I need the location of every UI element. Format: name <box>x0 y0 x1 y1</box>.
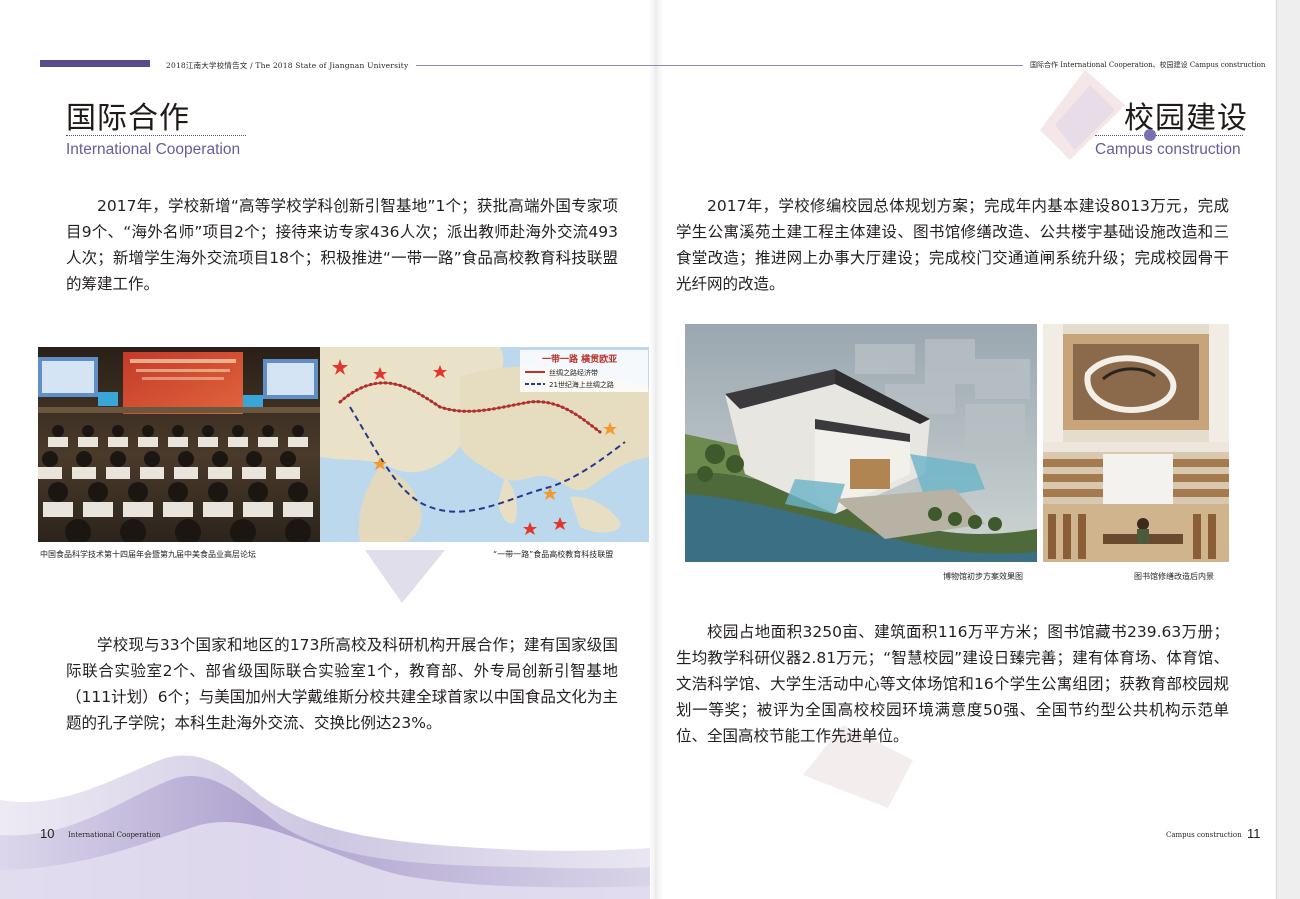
conference-photo <box>38 347 320 542</box>
title-dot <box>1144 129 1156 141</box>
section-subtitle-campus: Campus construction <box>1095 141 1241 158</box>
page-number-right: 11 <box>1247 826 1261 841</box>
page-gutter <box>649 0 663 899</box>
title-divider-right <box>1095 135 1243 136</box>
header-rule <box>416 65 1023 66</box>
footer-left: International Cooperation <box>68 831 161 839</box>
title-divider <box>66 135 246 136</box>
map-legend-title: 一带一路 横贯欧亚 <box>542 353 617 365</box>
library-interior-photo <box>1043 324 1229 562</box>
triangle-decoration <box>365 550 445 603</box>
wave-decoration <box>0 755 650 899</box>
footer-right: Campus construction <box>1166 831 1242 839</box>
page-number-left: 10 <box>40 826 55 841</box>
header-bar <box>40 60 150 67</box>
caption-belt-road: “一带一路”食品高校教育科技联盟 <box>493 550 614 559</box>
section-title-international: 国际合作 <box>66 101 190 136</box>
paragraph-international-1: 2017年，学校新增“高等学校学科创新引智基地”1个；获批高端外国专家项目9个、… <box>66 197 618 293</box>
caption-conference: 中国食品科学技术第十四届年会暨第九届中美食品业高层论坛 <box>40 550 256 559</box>
page-edge <box>1276 0 1300 899</box>
section-subtitle-international: International Cooperation <box>66 141 241 158</box>
caption-library: 图书馆修缮改造后内景 <box>1134 572 1214 581</box>
map-legend-maritime-road: 21世纪海上丝绸之路 <box>549 380 614 389</box>
museum-rendering <box>685 324 1037 562</box>
belt-and-road-map: 一带一路 横贯欧亚 丝绸之路经济带 21世纪海上丝绸之路 <box>320 347 649 542</box>
map-legend-silk-road: 丝绸之路经济带 <box>549 368 598 377</box>
paragraph-campus-2: 校园占地面积3250亩、建筑面积116万平方米；图书馆藏书239.63万册；生均… <box>676 623 1229 745</box>
section-title-campus: 校园建设 <box>1124 101 1248 136</box>
paragraph-international-2: 学校现与33个国家和地区的173所高校及科研机构开展合作；建有国家级国际联合实验… <box>66 636 618 732</box>
running-header-right: 国际合作 International Cooperation、校园建设 Camp… <box>1030 61 1266 69</box>
paragraph-campus-1: 2017年，学校修编校园总体规划方案；完成年内基本建设8013万元，完成学生公寓… <box>676 197 1229 293</box>
running-header-left: 2018江南大学校情告文 / The 2018 State of Jiangna… <box>166 61 409 70</box>
caption-museum: 博物馆初步方案效果图 <box>943 572 1023 581</box>
